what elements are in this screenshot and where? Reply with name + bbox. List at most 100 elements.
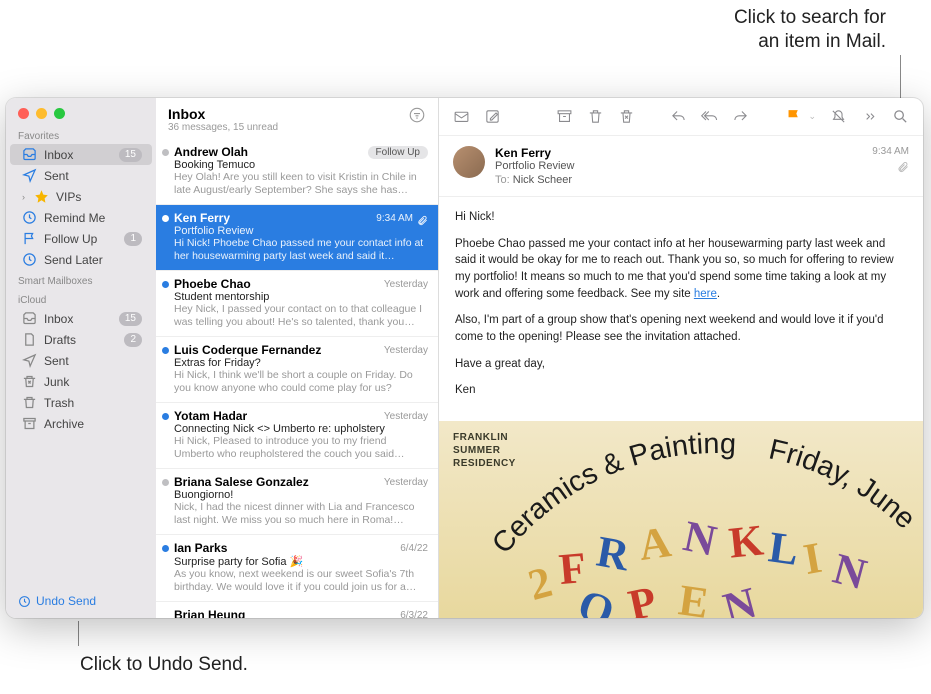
- message-row[interactable]: Luis Coderque FernandezYesterday Extras …: [156, 337, 438, 403]
- undo-send-label: Undo Send: [36, 594, 96, 608]
- mailbox-subtitle: 36 messages, 15 unread: [168, 122, 408, 133]
- sidebar-item-inbox[interactable]: Inbox 15: [10, 144, 152, 165]
- badge: 2: [124, 333, 142, 347]
- message-subject: Extras for Friday?: [174, 357, 428, 369]
- from-name: Ken Ferry: [495, 146, 862, 160]
- sidebar-item-label: Trash: [44, 396, 142, 410]
- sidebar-item-label: VIPs: [56, 190, 142, 204]
- sidebar-item-label: Follow Up: [44, 232, 117, 246]
- callout-line: [78, 621, 79, 646]
- message-row[interactable]: Andrew OlahFollow Up Booking Temuco Hey …: [156, 139, 438, 205]
- sidebar-item-junk[interactable]: Junk: [10, 371, 152, 392]
- message-list: Inbox 36 messages, 15 unread Andrew Olah…: [156, 98, 439, 618]
- sidebar-item-archive[interactable]: Archive: [10, 413, 152, 434]
- sidebar-item-remind-me[interactable]: Remind Me: [10, 207, 152, 228]
- zoom-button[interactable]: [54, 108, 65, 119]
- message-from: Briana Salese Gonzalez: [174, 475, 384, 489]
- message-row[interactable]: Brian Heung6/3/22 Book cover? Hi Nick, s…: [156, 602, 438, 618]
- avatar[interactable]: [453, 146, 485, 178]
- reply-all-button[interactable]: [701, 108, 718, 125]
- compose-button[interactable]: [484, 108, 501, 125]
- message-subject: Student mentorship: [174, 291, 428, 303]
- sidebar-item-label: Send Later: [44, 253, 142, 267]
- junk-button[interactable]: [618, 108, 635, 125]
- badge: 15: [119, 148, 142, 162]
- undo-send-button[interactable]: Undo Send: [6, 584, 156, 618]
- callout-line: [900, 55, 901, 103]
- flag-button[interactable]: [785, 108, 802, 125]
- annotation-undo: Click to Undo Send.: [80, 654, 248, 676]
- attachment-preview[interactable]: FRANKLIN SUMMER RESIDENCY Ceramics & Pai…: [439, 421, 923, 618]
- flag-menu-caret[interactable]: ⌄: [808, 111, 816, 122]
- archive-button[interactable]: [556, 108, 573, 125]
- trash-icon: [22, 395, 37, 410]
- get-mail-button[interactable]: [453, 108, 470, 125]
- message-row[interactable]: Phoebe ChaoYesterday Student mentorship …: [156, 271, 438, 337]
- message-date: 9:34 AM: [376, 213, 413, 224]
- sidebar-section-label: Smart Mailboxes: [6, 270, 156, 289]
- message-from: Phoebe Chao: [174, 277, 384, 291]
- flag-icon: [22, 231, 37, 246]
- message-preview: Hi Nick, Pleased to introduce you to my …: [174, 435, 428, 461]
- filter-button[interactable]: [408, 106, 426, 124]
- message-from: Brian Heung: [174, 608, 400, 618]
- message-preview: Hi Nick! Phoebe Chao passed me your cont…: [174, 237, 428, 263]
- sidebar-item-send-later[interactable]: Send Later: [10, 249, 152, 270]
- junk-icon: [22, 374, 37, 389]
- close-button[interactable]: [18, 108, 29, 119]
- message-header: Ken Ferry Portfolio Review To: Nick Sche…: [439, 136, 923, 197]
- body-paragraph: Phoebe Chao passed me your contact info …: [455, 236, 907, 303]
- sidebar-item-label: Junk: [44, 375, 142, 389]
- mute-button[interactable]: [830, 108, 847, 125]
- sidebar-item-label: Archive: [44, 417, 142, 431]
- clock-icon: [22, 210, 37, 225]
- reader-pane: ⌄ Ken Ferry Portfolio Review To: Nick Sc…: [439, 98, 923, 618]
- sidebar-item-sent[interactable]: Sent: [10, 165, 152, 186]
- message-from: Andrew Olah: [174, 145, 368, 159]
- sidebar-item-drafts[interactable]: Drafts 2: [10, 329, 152, 350]
- message-row[interactable]: Ian Parks6/4/22 Surprise party for Sofia…: [156, 535, 438, 602]
- message-preview: Hi Nick, I think we'll be short a couple…: [174, 369, 428, 395]
- forward-button[interactable]: [732, 108, 749, 125]
- message-date: 6/4/22: [400, 543, 428, 554]
- annotation-search: Click to search for an item in Mail.: [734, 6, 886, 54]
- sidebar-item-label: Inbox: [44, 148, 112, 162]
- message-subject: Connecting Nick <> Umberto re: upholster…: [174, 423, 428, 435]
- sidebar-section-label: Favorites: [6, 125, 156, 144]
- star-icon: [34, 189, 49, 204]
- unread-dot: [162, 281, 169, 288]
- message-row[interactable]: Yotam HadarYesterday Connecting Nick <> …: [156, 403, 438, 469]
- sidebar-item-follow-up[interactable]: Follow Up 1: [10, 228, 152, 249]
- unread-dot: [162, 413, 169, 420]
- message-subject: Surprise party for Sofia 🎉: [174, 555, 428, 568]
- message-date: Yesterday: [384, 345, 428, 356]
- delete-button[interactable]: [587, 108, 604, 125]
- clock-icon: [22, 252, 37, 267]
- message-from: Ian Parks: [174, 541, 400, 555]
- sidebar-item-vips[interactable]: › VIPs: [10, 186, 152, 207]
- sidebar-item-trash[interactable]: Trash: [10, 392, 152, 413]
- more-button[interactable]: [861, 108, 878, 125]
- message-time: 9:34 AM: [872, 146, 909, 157]
- body-link[interactable]: here: [694, 288, 717, 300]
- search-button[interactable]: [892, 108, 909, 125]
- message-subject: Portfolio Review: [174, 225, 428, 237]
- message-preview: As you know, next weekend is our sweet S…: [174, 568, 428, 594]
- sent-icon: [22, 168, 37, 183]
- attachment-icon: [417, 213, 428, 224]
- message-date: Yesterday: [384, 279, 428, 290]
- message-row[interactable]: Ken Ferry9:34 AM Portfolio Review Hi Nic…: [156, 205, 438, 271]
- message-from: Yotam Hadar: [174, 409, 384, 423]
- minimize-button[interactable]: [36, 108, 47, 119]
- sidebar-item-label: Sent: [44, 354, 142, 368]
- reply-button[interactable]: [670, 108, 687, 125]
- sidebar-item-icloud-sent[interactable]: Sent: [10, 350, 152, 371]
- attachment-art-letters: 2 F R A N K L I N O P E N: [519, 488, 903, 618]
- sidebar-item-icloud-inbox[interactable]: Inbox 15: [10, 308, 152, 329]
- unread-dot: [162, 347, 169, 354]
- message-row[interactable]: Briana Salese GonzalezYesterday Buongior…: [156, 469, 438, 535]
- message-from: Ken Ferry: [174, 211, 376, 225]
- badge: 1: [124, 232, 142, 246]
- sent-icon: [22, 353, 37, 368]
- to-name: Nick Scheer: [513, 174, 572, 186]
